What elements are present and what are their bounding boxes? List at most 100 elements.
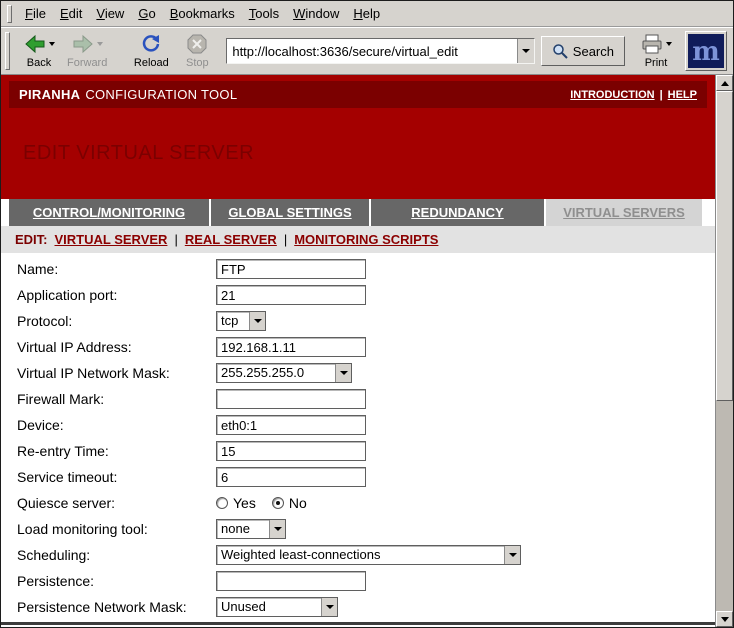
forward-label: Forward <box>67 57 107 69</box>
arrow-down-icon <box>721 617 729 622</box>
menu-view[interactable]: View <box>89 4 131 23</box>
persistence-network-mask-select[interactable]: Unused <box>216 597 338 617</box>
tab-control-monitoring[interactable]: CONTROL/MONITORING <box>9 199 209 226</box>
virtual-ip-input[interactable] <box>216 337 366 357</box>
vip-mask-label: Virtual IP Network Mask: <box>17 365 216 381</box>
section-divider <box>1 622 715 625</box>
tab-bar: CONTROL/MONITORING GLOBAL SETTINGS REDUN… <box>1 199 715 226</box>
chevron-down-icon <box>321 598 337 616</box>
page-title: EDIT VIRTUAL SERVER <box>23 142 715 165</box>
quiesce-label: Quiesce server: <box>17 495 216 511</box>
scrollbar-thumb[interactable] <box>716 91 733 401</box>
quiesce-radio-group: Yes No <box>216 495 307 511</box>
form-row-vip-mask: Virtual IP Network Mask: 255.255.255.0 <box>1 360 715 386</box>
subnav-link-monitoring-scripts[interactable]: MONITORING SCRIPTS <box>294 232 438 247</box>
radio-circle-icon <box>272 497 284 509</box>
toolbar-grippy[interactable] <box>5 32 10 70</box>
load-monitoring-tool-value: none <box>217 520 269 538</box>
back-label: Back <box>27 57 51 69</box>
menu-window[interactable]: Window <box>286 4 346 23</box>
tab-virtual-servers[interactable]: VIRTUAL SERVERS <box>546 199 702 226</box>
subnav-link-real-server[interactable]: REAL SERVER <box>185 232 277 247</box>
navigation-toolbar: Back Forward Reload <box>1 27 733 75</box>
menu-help[interactable]: Help <box>346 4 387 23</box>
menu-file[interactable]: File <box>18 4 53 23</box>
piranha-page: PIRANHACONFIGURATION TOOL INTRODUCTION |… <box>1 75 715 627</box>
search-icon <box>552 43 568 59</box>
device-input[interactable] <box>216 415 366 435</box>
forward-dropdown-caret[interactable] <box>97 42 103 46</box>
mozilla-m-icon: m <box>688 34 724 68</box>
menu-go[interactable]: Go <box>131 4 162 23</box>
tab-redundancy[interactable]: REDUNDANCY <box>371 199 544 226</box>
browser-content: PIRANHACONFIGURATION TOOL INTRODUCTION |… <box>1 75 733 627</box>
form-row-scheduling: Scheduling: Weighted least-connections <box>1 542 715 568</box>
url-input[interactable] <box>227 39 516 63</box>
name-label: Name: <box>17 261 216 277</box>
quiesce-no-radio[interactable]: No <box>272 495 307 511</box>
vip-label: Virtual IP Address: <box>17 339 216 355</box>
chevron-down-icon <box>522 49 530 53</box>
app-header: PIRANHACONFIGURATION TOOL INTRODUCTION |… <box>9 81 707 108</box>
vertical-scrollbar[interactable] <box>715 75 733 627</box>
form-row-persistence: Persistence: <box>1 568 715 594</box>
timeout-label: Service timeout: <box>17 469 216 485</box>
form-row-reentry: Re-entry Time: <box>1 438 715 464</box>
svg-text:m: m <box>692 37 720 67</box>
introduction-link[interactable]: INTRODUCTION <box>570 89 654 101</box>
firewall-mark-input[interactable] <box>216 389 366 409</box>
app-title: PIRANHA CONFIGURATION TOOL <box>19 87 237 102</box>
tab-global-settings[interactable]: GLOBAL SETTINGS <box>211 199 369 226</box>
form-row-timeout: Service timeout: <box>1 464 715 490</box>
menu-bookmarks[interactable]: Bookmarks <box>163 4 242 23</box>
reentry-time-input[interactable] <box>216 441 366 461</box>
load-monitoring-tool-select[interactable]: none <box>216 519 286 539</box>
toolbar-grippy[interactable] <box>7 5 12 23</box>
scheduling-value: Weighted least-connections <box>217 546 504 564</box>
radio-circle-icon <box>216 497 228 509</box>
stop-button[interactable]: Stop <box>174 29 220 73</box>
app-title-rest: CONFIGURATION TOOL <box>85 87 237 102</box>
protocol-select[interactable]: tcp <box>216 311 266 331</box>
print-button[interactable]: Print <box>633 29 679 73</box>
name-input[interactable] <box>216 259 366 279</box>
search-button[interactable]: Search <box>541 36 625 66</box>
back-dropdown-caret[interactable] <box>49 42 55 46</box>
form-row-firewall-mark: Firewall Mark: <box>1 386 715 412</box>
menu-tools[interactable]: Tools <box>242 4 286 23</box>
chevron-down-icon <box>504 546 520 564</box>
subnav-link-virtual-server[interactable]: VIRTUAL SERVER <box>55 232 168 247</box>
form-row-protocol: Protocol: tcp <box>1 308 715 334</box>
browser-window: File Edit View Go Bookmarks Tools Window… <box>0 0 734 628</box>
help-link[interactable]: HELP <box>668 89 697 101</box>
reload-label: Reload <box>134 57 169 69</box>
stop-label: Stop <box>186 57 209 69</box>
url-bar <box>226 38 534 64</box>
forward-arrow-icon <box>72 33 94 55</box>
vip-network-mask-select[interactable]: 255.255.255.0 <box>216 363 352 383</box>
app-title-bold: PIRANHA <box>19 87 80 102</box>
menu-edit[interactable]: Edit <box>53 4 89 23</box>
quiesce-yes-radio[interactable]: Yes <box>216 495 256 511</box>
url-dropdown-button[interactable] <box>517 39 534 63</box>
scheduling-select[interactable]: Weighted least-connections <box>216 545 521 565</box>
scrollbar-track[interactable] <box>716 91 733 611</box>
form-row-port: Application port: <box>1 282 715 308</box>
back-button[interactable]: Back <box>16 29 62 73</box>
print-dropdown-caret[interactable] <box>666 42 672 46</box>
application-port-input[interactable] <box>216 285 366 305</box>
form-row-name: Name: <box>1 256 715 282</box>
mozilla-logo[interactable]: m <box>685 31 727 71</box>
reload-button[interactable]: Reload <box>128 29 174 73</box>
scroll-down-button[interactable] <box>716 611 733 627</box>
back-arrow-icon <box>24 33 46 55</box>
forward-button[interactable]: Forward <box>62 29 112 73</box>
persistence-mask-label: Persistence Network Mask: <box>17 599 216 615</box>
load-tool-label: Load monitoring tool: <box>17 521 216 537</box>
persistence-input[interactable] <box>216 571 366 591</box>
scroll-up-button[interactable] <box>716 75 733 91</box>
service-timeout-input[interactable] <box>216 467 366 487</box>
form-row-device: Device: <box>1 412 715 438</box>
protocol-label: Protocol: <box>17 313 216 329</box>
form-row-load-tool: Load monitoring tool: none <box>1 516 715 542</box>
